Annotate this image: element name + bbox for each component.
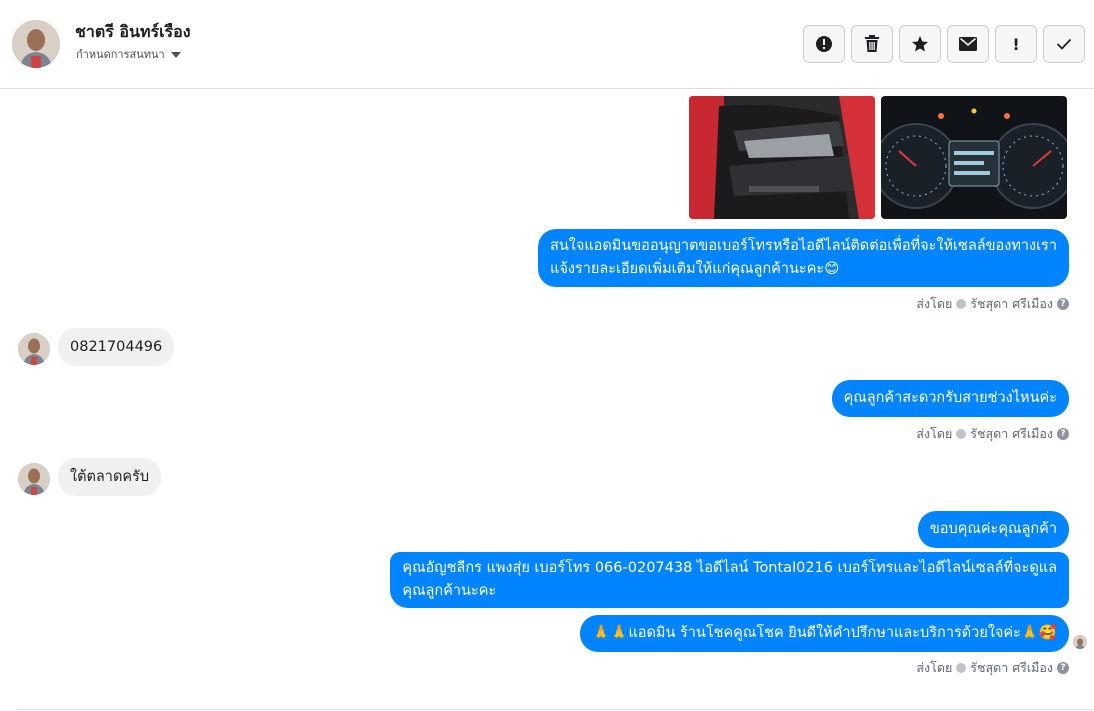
trash-icon — [865, 35, 879, 52]
sent-by-prefix: ส่งโดย — [916, 426, 953, 441]
sent-by-info: ส่งโดย รัชสุดา ศรีเมือง ? — [916, 658, 1069, 678]
message-text: แจ้งรายละเอียดเพิ่มเติมให้แก่คุณลูกค้านะ… — [549, 261, 840, 277]
outgoing-message[interactable]: ขอบคุณค่ะคุณลูกค้า — [917, 511, 1069, 548]
envelope-icon — [959, 37, 977, 51]
message-text: 0821704496 — [70, 339, 163, 355]
attached-photo-dashboard[interactable] — [881, 96, 1067, 219]
sent-by-prefix: ส่งโดย — [916, 296, 953, 311]
message-text: สนใจแอดมินขออนุญาตขอเบอร์โทรหรือไอดีไลน์… — [549, 238, 1057, 254]
outgoing-message[interactable]: สนใจแอดมินขออนุญาตขอเบอร์โทรหรือไอดีไลน์… — [537, 229, 1069, 287]
help-icon[interactable]: ? — [1057, 428, 1069, 440]
seen-avatar — [1073, 635, 1087, 649]
agent-name[interactable]: รัชสุดา ศรีเมือง — [970, 658, 1053, 678]
follow-up-button[interactable]: ! — [995, 25, 1037, 63]
verified-icon — [956, 299, 967, 309]
alert-circle-icon — [816, 36, 832, 52]
message-text: คุณลูกค้าสะดวกรับสายช่วงไหนค่ะ — [843, 390, 1057, 406]
assign-label: กำหนดการสนทนา — [76, 48, 165, 61]
message-text: ใต้ตลาดครับ — [70, 469, 150, 485]
agent-name[interactable]: รัชสุดา ศรีเมือง — [970, 424, 1053, 444]
assign-conversation-dropdown[interactable]: กำหนดการสนทนา — [76, 45, 181, 63]
verified-icon — [956, 429, 967, 439]
outgoing-message[interactable]: 🙏🙏แอดมิน ร้านโชคคูณโชค ยินดีให้คำปรึกษาแ… — [580, 615, 1069, 652]
attached-photo-door-panel[interactable] — [689, 96, 875, 219]
conversation-toolbar: ! — [803, 25, 1085, 63]
delete-button[interactable] — [851, 25, 893, 63]
outgoing-message[interactable]: คุณอัญชลีกร แพงสุ่ย เบอร์โทร 066-0207438… — [390, 552, 1069, 608]
star-button[interactable] — [899, 25, 941, 63]
sent-by-info: ส่งโดย รัชสุดา ศรีเมือง ? — [916, 294, 1069, 314]
mark-unread-button[interactable] — [947, 25, 989, 63]
message-text: 🙏🙏แอดมิน ร้านโชคคูณโชค ยินดีให้คำปรึกษาแ… — [592, 625, 1057, 641]
contact-avatar-small[interactable] — [18, 463, 50, 495]
conversation-header: ชาตรี อินทร์เรือง กำหนดการสนทนา ! — [0, 0, 1094, 89]
help-icon[interactable]: ? — [1057, 662, 1069, 674]
mark-done-button[interactable] — [1043, 25, 1085, 63]
message-text: ขอบคุณค่ะคุณลูกค้า — [929, 521, 1057, 537]
message-text: คุณลูกค้านะคะ — [402, 583, 497, 599]
sent-by-prefix: ส่งโดย — [916, 660, 953, 675]
outgoing-message[interactable]: คุณลูกค้าสะดวกรับสายช่วงไหนค่ะ — [831, 380, 1069, 417]
verified-icon — [956, 663, 967, 673]
contact-avatar-small[interactable] — [18, 333, 50, 365]
caret-down-icon — [170, 52, 181, 58]
contact-avatar[interactable] — [12, 20, 60, 68]
checkmark-icon — [1056, 38, 1072, 50]
agent-name[interactable]: รัชสุดา ศรีเมือง — [970, 294, 1053, 314]
exclamation-icon: ! — [1012, 34, 1020, 54]
message-text: คุณอัญชลีกร แพงสุ่ย เบอร์โทร 066-0207438… — [402, 560, 1057, 576]
incoming-message[interactable]: ใต้ตลาดครับ — [58, 458, 162, 496]
incoming-message[interactable]: 0821704496 — [58, 328, 175, 366]
mark-spam-button[interactable] — [803, 25, 845, 63]
help-icon[interactable]: ? — [1057, 298, 1069, 310]
contact-name[interactable]: ชาตรี อินทร์เรือง — [75, 20, 191, 45]
sent-by-info: ส่งโดย รัชสุดา ศรีเมือง ? — [916, 424, 1069, 444]
star-icon — [912, 36, 928, 52]
composer-divider — [17, 709, 1094, 710]
